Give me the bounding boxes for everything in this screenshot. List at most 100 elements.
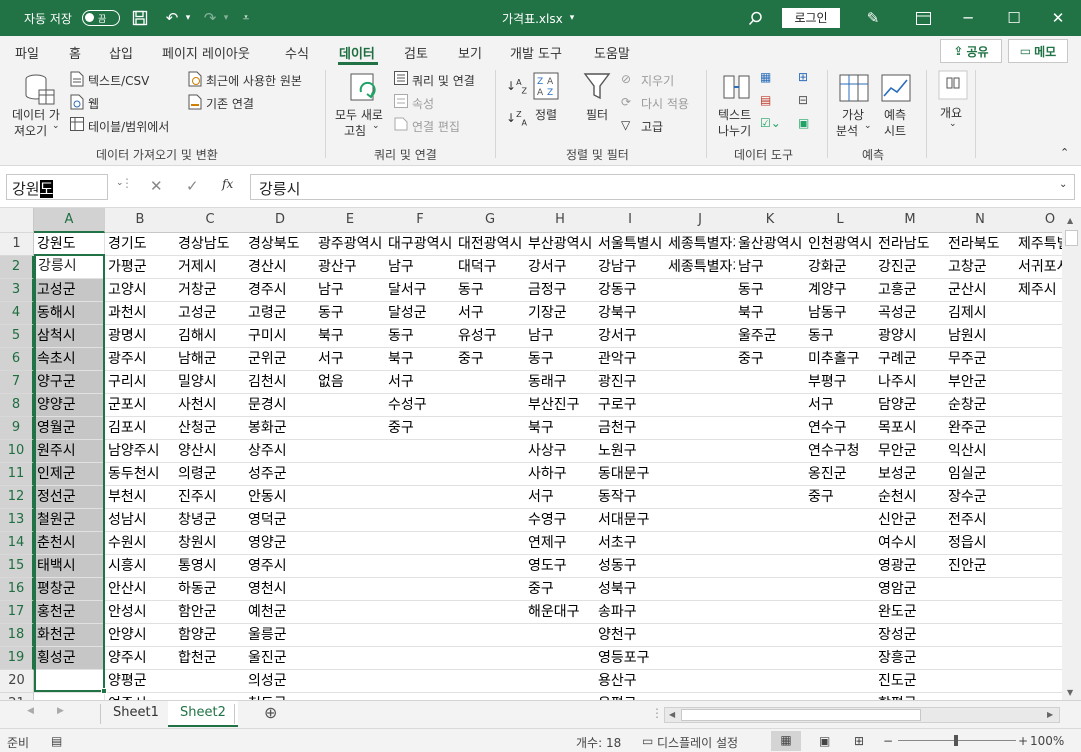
cell-i8[interactable]: 구로구 bbox=[595, 394, 666, 417]
cell-b19[interactable]: 양주시 bbox=[105, 647, 176, 670]
filter-icon[interactable] bbox=[583, 71, 611, 103]
cell-j17[interactable] bbox=[665, 601, 736, 624]
cell-e16[interactable] bbox=[315, 578, 386, 601]
cell-c10[interactable]: 양산시 bbox=[175, 440, 246, 463]
cell-m7[interactable]: 나주시 bbox=[875, 371, 946, 394]
cell-j12[interactable] bbox=[665, 486, 736, 509]
cell-h5[interactable]: 남구 bbox=[525, 325, 596, 348]
cell-o14[interactable] bbox=[1015, 532, 1062, 555]
cell-m13[interactable]: 신안군 bbox=[875, 509, 946, 532]
column-header-c[interactable]: C bbox=[175, 208, 246, 233]
edit-links-button[interactable]: 연결 편집 bbox=[412, 118, 460, 135]
row-header-14[interactable]: 14 bbox=[0, 532, 34, 555]
cell-l17[interactable] bbox=[805, 601, 876, 624]
cell-i5[interactable]: 강서구 bbox=[595, 325, 666, 348]
cell-o15[interactable] bbox=[1015, 555, 1062, 578]
cell-k19[interactable] bbox=[735, 647, 806, 670]
relationships-icon[interactable]: ⊟ bbox=[798, 93, 808, 107]
cell-f15[interactable] bbox=[385, 555, 456, 578]
cell-j19[interactable] bbox=[665, 647, 736, 670]
memo-button[interactable]: ▭ 메모 bbox=[1008, 39, 1068, 63]
cell-d20[interactable]: 의성군 bbox=[245, 670, 316, 693]
cell-g20[interactable] bbox=[455, 670, 526, 693]
cell-l21[interactable] bbox=[805, 693, 876, 700]
cell-h3[interactable]: 금정구 bbox=[525, 279, 596, 302]
cell-k3[interactable]: 동구 bbox=[735, 279, 806, 302]
column-header-g[interactable]: G bbox=[455, 208, 526, 233]
cell-e11[interactable] bbox=[315, 463, 386, 486]
cell-o10[interactable] bbox=[1015, 440, 1062, 463]
cell-g16[interactable] bbox=[455, 578, 526, 601]
cell-c8[interactable]: 사천시 bbox=[175, 394, 246, 417]
title-dropdown-icon[interactable]: ▾ bbox=[567, 0, 577, 36]
row-header-3[interactable]: 3 bbox=[0, 279, 34, 302]
cell-m14[interactable]: 여수시 bbox=[875, 532, 946, 555]
cell-n3[interactable]: 군산시 bbox=[945, 279, 1016, 302]
cell-n8[interactable]: 순창군 bbox=[945, 394, 1016, 417]
cell-k8[interactable] bbox=[735, 394, 806, 417]
cell-i21[interactable]: 은평구 bbox=[595, 693, 666, 700]
cell-d12[interactable]: 안동시 bbox=[245, 486, 316, 509]
cell-o16[interactable] bbox=[1015, 578, 1062, 601]
sort-descending-icon[interactable]: ↓ZA bbox=[506, 110, 527, 127]
row-header-4[interactable]: 4 bbox=[0, 302, 34, 325]
cell-n18[interactable] bbox=[945, 624, 1016, 647]
cell-o2[interactable]: 서귀포시 bbox=[1015, 256, 1062, 279]
cell-a5[interactable]: 삼척시 bbox=[34, 325, 105, 348]
sort-button[interactable]: 정렬 bbox=[535, 106, 557, 123]
cell-e5[interactable]: 북구 bbox=[315, 325, 386, 348]
row-header-21[interactable]: 21 bbox=[0, 693, 34, 700]
cell-j13[interactable] bbox=[665, 509, 736, 532]
cell-n1[interactable]: 전라북도 bbox=[945, 233, 1016, 256]
cell-a20[interactable] bbox=[34, 670, 105, 693]
cell-e9[interactable] bbox=[315, 417, 386, 440]
cell-m17[interactable]: 완도군 bbox=[875, 601, 946, 624]
next-sheet-icon[interactable]: ▶ bbox=[57, 706, 64, 716]
cell-k15[interactable] bbox=[735, 555, 806, 578]
cell-l6[interactable]: 미추홀구 bbox=[805, 348, 876, 371]
cell-g10[interactable] bbox=[455, 440, 526, 463]
cell-n5[interactable]: 남원시 bbox=[945, 325, 1016, 348]
cell-d6[interactable]: 군위군 bbox=[245, 348, 316, 371]
cell-f18[interactable] bbox=[385, 624, 456, 647]
tab-formulas[interactable]: 수식 bbox=[285, 43, 309, 62]
cell-a8[interactable]: 양양군 bbox=[34, 394, 105, 417]
undo-icon[interactable]: ↶ bbox=[160, 0, 184, 36]
text-to-columns-icon[interactable] bbox=[722, 72, 752, 102]
cell-f11[interactable] bbox=[385, 463, 456, 486]
tab-file[interactable]: 파일 bbox=[15, 43, 39, 62]
cell-k1[interactable]: 울산광역시 bbox=[735, 233, 806, 256]
cell-h10[interactable]: 사상구 bbox=[525, 440, 596, 463]
cell-j11[interactable] bbox=[665, 463, 736, 486]
cell-d14[interactable]: 영양군 bbox=[245, 532, 316, 555]
page-layout-icon[interactable]: ▣ bbox=[819, 734, 830, 748]
properties-button[interactable]: 속성 bbox=[412, 95, 434, 112]
pen-icon[interactable]: ✎ bbox=[862, 0, 884, 36]
forecast-label-1[interactable]: 예측 bbox=[884, 106, 906, 123]
cell-d21[interactable]: 청도군 bbox=[245, 693, 316, 700]
name-box[interactable]: 강원도 bbox=[6, 174, 108, 200]
cell-j14[interactable] bbox=[665, 532, 736, 555]
customize-toolbar-icon[interactable]: ⩡ bbox=[239, 0, 253, 36]
cell-o20[interactable] bbox=[1015, 670, 1062, 693]
cell-l4[interactable]: 남동구 bbox=[805, 302, 876, 325]
forecast-icon[interactable] bbox=[881, 74, 911, 102]
cell-b11[interactable]: 동두천시 bbox=[105, 463, 176, 486]
cell-b4[interactable]: 과천시 bbox=[105, 302, 176, 325]
cell-o8[interactable] bbox=[1015, 394, 1062, 417]
cell-e21[interactable] bbox=[315, 693, 386, 700]
select-all-corner[interactable] bbox=[0, 208, 34, 233]
cell-k11[interactable] bbox=[735, 463, 806, 486]
cell-b1[interactable]: 경기도 bbox=[105, 233, 176, 256]
cell-i2[interactable]: 강남구 bbox=[595, 256, 666, 279]
add-sheet-icon[interactable]: ⊕ bbox=[264, 703, 277, 722]
cell-m12[interactable]: 순천시 bbox=[875, 486, 946, 509]
cell-l9[interactable]: 연수구 bbox=[805, 417, 876, 440]
dropdown-arrow-icon[interactable]: ⌄ bbox=[372, 121, 380, 131]
cell-g21[interactable] bbox=[455, 693, 526, 700]
cell-a17[interactable]: 홍천군 bbox=[34, 601, 105, 624]
cell-l18[interactable] bbox=[805, 624, 876, 647]
cell-f10[interactable] bbox=[385, 440, 456, 463]
prev-sheet-icon[interactable]: ◀ bbox=[27, 706, 34, 716]
cell-o7[interactable] bbox=[1015, 371, 1062, 394]
